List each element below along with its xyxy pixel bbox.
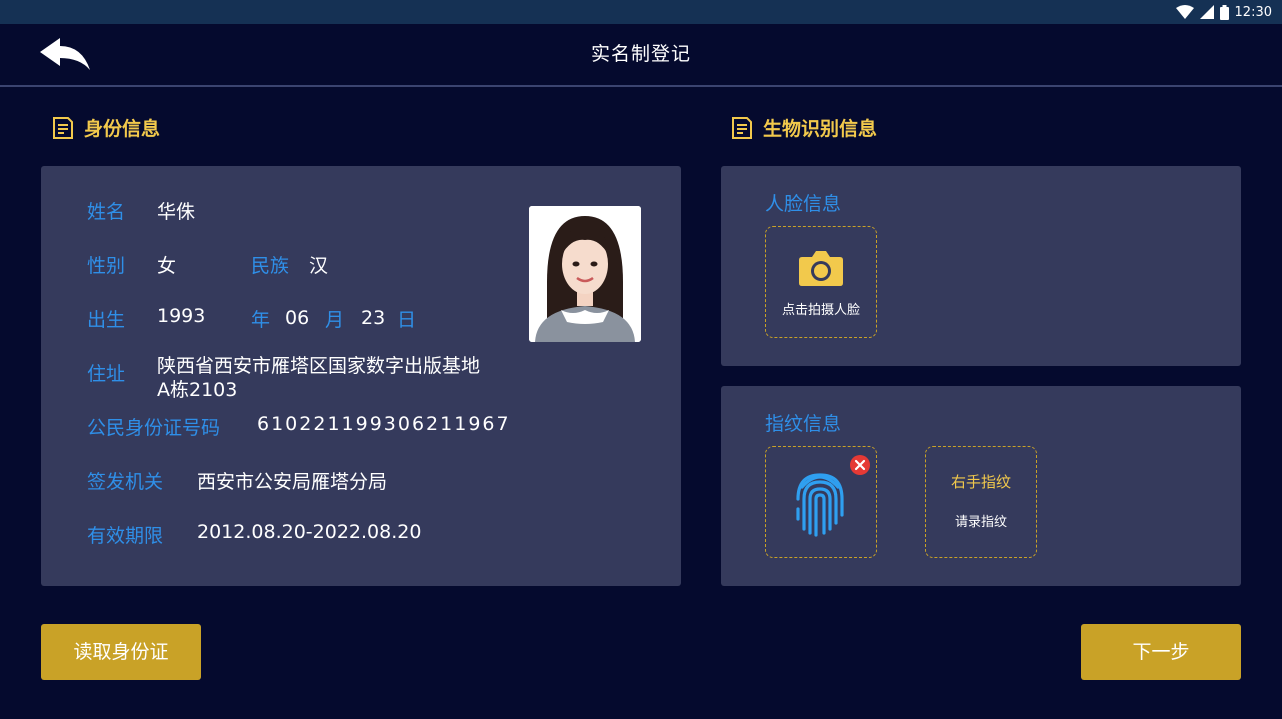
ethnicity-label: 民族 xyxy=(251,255,290,277)
remove-fingerprint-button[interactable] xyxy=(850,455,870,475)
signal-icon xyxy=(1199,5,1214,19)
ethnicity-value: 汉 xyxy=(309,255,329,277)
month-unit: 月 xyxy=(325,309,345,331)
birth-year: 1993 xyxy=(157,305,206,327)
status-indicators: 12:30 xyxy=(1175,0,1272,24)
next-step-button[interactable]: 下一步 xyxy=(1081,624,1241,680)
back-arrow-icon xyxy=(40,38,90,70)
identity-section-header: 身份信息 xyxy=(52,114,160,141)
id-number-label: 公民身份证号码 xyxy=(87,417,221,439)
year-unit: 年 xyxy=(251,309,271,331)
name-value: 华侏 xyxy=(157,201,196,223)
right-hand-fingerprint-slot[interactable]: 右手指纹 请录指纹 xyxy=(925,446,1037,558)
fingerprint-info-title: 指纹信息 xyxy=(765,413,842,435)
battery-icon xyxy=(1219,4,1229,20)
birth-day: 23 xyxy=(361,307,386,329)
camera-icon xyxy=(799,251,843,286)
issuer-value: 西安市公安局雁塔分局 xyxy=(197,471,388,493)
portrait-image xyxy=(529,206,641,342)
title-bar: 实名制登记 xyxy=(0,24,1282,87)
status-bar: 12:30 xyxy=(0,0,1282,24)
read-id-card-button[interactable]: 读取身份证 xyxy=(41,624,201,680)
document-icon xyxy=(53,116,73,139)
id-number-value: 610221199306211967 xyxy=(257,413,511,435)
day-unit: 日 xyxy=(397,309,417,331)
fingerprint-icon xyxy=(796,473,844,537)
face-info-title: 人脸信息 xyxy=(765,193,842,215)
record-fingerprint-prompt: 请录指纹 xyxy=(954,515,1007,530)
id-photo xyxy=(529,206,641,342)
gender-label: 性别 xyxy=(87,255,126,277)
address-line1: 陕西省西安市雁塔区国家数字出版基地 xyxy=(157,355,481,377)
birth-label: 出生 xyxy=(87,309,126,331)
validity-value: 2012.08.20-2022.08.20 xyxy=(197,521,422,543)
identity-section-title: 身份信息 xyxy=(84,118,161,140)
status-time: 12:30 xyxy=(1234,4,1272,20)
capture-face-button[interactable]: 点击拍摄人脸 xyxy=(765,226,877,338)
address-line2: A栋2103 xyxy=(157,379,238,401)
issuer-label: 签发机关 xyxy=(87,471,164,493)
biometric-section-title: 生物识别信息 xyxy=(763,118,878,140)
fingerprint-slot-left[interactable] xyxy=(765,446,877,558)
close-icon xyxy=(854,459,866,471)
address-label: 住址 xyxy=(87,363,126,385)
capture-face-label: 点击拍摄人脸 xyxy=(781,303,860,318)
name-label: 姓名 xyxy=(87,201,126,223)
page-title: 实名制登记 xyxy=(590,43,691,65)
birth-month: 06 xyxy=(285,307,310,329)
wifi-icon xyxy=(1175,5,1194,19)
biometric-section-header: 生物识别信息 xyxy=(731,114,877,141)
document-icon xyxy=(732,116,752,139)
right-hand-title: 右手指纹 xyxy=(950,473,1011,491)
gender-value: 女 xyxy=(157,255,177,277)
back-button[interactable] xyxy=(38,36,94,74)
validity-label: 有效期限 xyxy=(87,525,164,547)
